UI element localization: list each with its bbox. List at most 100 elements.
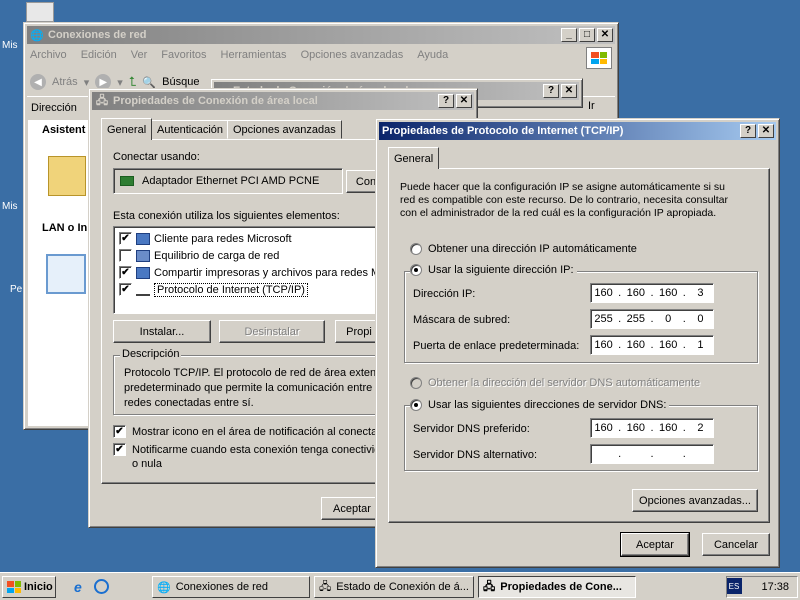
search-label[interactable]: Búsque (162, 76, 199, 88)
ip-octet[interactable]: 1 (688, 339, 713, 351)
list-item[interactable]: Equilibrio de carga de red (114, 247, 380, 264)
manual-dns-radio[interactable] (410, 399, 422, 411)
octet-separator: . (682, 287, 686, 299)
search-icon[interactable]: 🔍 (142, 76, 156, 89)
auto-ip-option[interactable]: Obtener una dirección IP automáticamente (410, 243, 637, 255)
ip-octet[interactable]: 160 (656, 287, 681, 299)
network-connections-icon: 🌐 (30, 29, 44, 42)
manual-ip-radio[interactable] (410, 264, 422, 276)
minimize-button[interactable]: _ (561, 28, 577, 42)
notify-checkbox[interactable]: ✔ (113, 443, 126, 456)
manual-dns-option[interactable]: Usar las siguientes direcciones de servi… (410, 399, 670, 411)
show-icon-option[interactable]: ✔ Mostrar icono en el área de notificaci… (113, 425, 386, 438)
lan-properties-titlebar[interactable]: 🖧 Propiedades de Conexión de área local … (92, 92, 474, 110)
internet-explorer-icon[interactable]: e (74, 579, 82, 595)
menu-favoritos[interactable]: Favoritos (161, 49, 206, 67)
back-dropdown-icon[interactable]: ▾ (84, 76, 90, 89)
task-status[interactable]: 🖧 Estado de Conexión de á... (314, 576, 474, 598)
tab-general[interactable]: General (388, 147, 440, 169)
auto-dns-option[interactable]: Obtener la dirección del servidor DNS au… (410, 377, 700, 389)
install-button-label: Instalar... (139, 325, 185, 338)
notify-option[interactable]: ✔ Notificarme cuando esta conexión tenga… (113, 443, 380, 471)
ip-octet[interactable]: 160 (591, 287, 616, 299)
clock[interactable]: 17:38 (761, 581, 789, 593)
forward-dropdown-icon[interactable]: ▾ (117, 76, 123, 89)
start-button[interactable]: Inicio (2, 576, 56, 598)
uninstall-button[interactable]: Desinstalar (219, 320, 325, 343)
install-button[interactable]: Instalar... (113, 320, 211, 343)
auto-ip-radio[interactable] (410, 243, 422, 255)
windows-logo-icon (586, 47, 612, 69)
help-button[interactable]: ? (740, 124, 756, 138)
ip-octet[interactable]: 160 (591, 339, 616, 351)
go-label[interactable]: Ir (588, 100, 595, 112)
menu-herramientas[interactable]: Herramientas (221, 49, 287, 67)
menu-edicion[interactable]: Edición (81, 49, 117, 67)
ip-octet[interactable]: 160 (656, 422, 681, 434)
back-label[interactable]: Atrás (52, 76, 78, 88)
desktop-folder-icon[interactable] (26, 2, 54, 22)
list-item[interactable]: ✔ Cliente para redes Microsoft (114, 230, 380, 247)
item-checkbox[interactable]: ✔ (119, 283, 132, 296)
close-button[interactable]: ✕ (758, 124, 774, 138)
ip-octet[interactable]: 255 (591, 313, 616, 325)
close-button[interactable]: ✕ (456, 94, 472, 108)
help-button[interactable]: ? (438, 94, 454, 108)
advanced-options-button[interactable]: Opciones avanzadas... (632, 489, 758, 512)
item-checkbox[interactable]: ✔ (119, 266, 132, 279)
accept-button[interactable]: Aceptar (321, 497, 383, 520)
ip-octet[interactable]: 0 (688, 313, 713, 325)
cancel-button[interactable]: Cancelar (702, 533, 770, 556)
alternate-dns-label: Servidor DNS alternativo: (413, 449, 538, 461)
lan-connection-icon[interactable] (46, 254, 86, 294)
list-item[interactable]: ✔ Compartir impresoras y archivos para r… (114, 264, 380, 281)
help-button[interactable]: ? (543, 84, 559, 98)
outlook-express-icon[interactable] (94, 579, 109, 594)
ip-octet[interactable]: 0 (656, 313, 681, 325)
task-network-connections[interactable]: 🌐 Conexiones de red (152, 576, 310, 598)
manual-ip-option[interactable]: Usar la siguiente dirección IP: (410, 264, 577, 276)
menu-opciones-avanzadas[interactable]: Opciones avanzadas (301, 49, 404, 67)
menu-archivo[interactable]: Archivo (30, 49, 67, 67)
menu-ver[interactable]: Ver (131, 49, 148, 67)
desktop-icon-label[interactable]: Mis (2, 40, 18, 51)
explorer-titlebar[interactable]: 🌐 Conexiones de red _ □ ✕ (27, 26, 615, 44)
accept-button[interactable]: Aceptar (620, 532, 690, 557)
tcpip-titlebar[interactable]: Propiedades de Protocolo de Internet (TC… (379, 122, 776, 140)
tab-opciones-avanzadas[interactable]: Opciones avanzadas (227, 120, 342, 139)
preferred-dns-field[interactable]: 160. 160. 160. 2 (590, 418, 714, 438)
ip-octet[interactable]: 160 (623, 339, 648, 351)
ip-octet[interactable]: 3 (688, 287, 713, 299)
description-line: predeterminado que permite la comunicaci… (124, 382, 387, 394)
close-button[interactable]: ✕ (561, 84, 577, 98)
components-list[interactable]: ✔ Cliente para redes Microsoft Equilibri… (113, 226, 381, 314)
list-item[interactable]: ✔ Protocolo de Internet (TCP/IP) (114, 281, 380, 298)
back-arrow-icon[interactable]: ◀ (30, 74, 46, 90)
gateway-field[interactable]: 160. 160. 160. 1 (590, 335, 714, 355)
show-icon-checkbox[interactable]: ✔ (113, 425, 126, 438)
ip-octet[interactable]: 2 (688, 422, 713, 434)
item-label: Compartir impresoras y archivos para red… (154, 266, 381, 279)
ip-address-field[interactable]: 160. 160. 160. 3 (590, 283, 714, 303)
close-button[interactable]: ✕ (597, 28, 613, 42)
subnet-mask-field[interactable]: 255. 255. 0. 0 (590, 309, 714, 329)
auto-dns-radio[interactable] (410, 377, 422, 389)
desktop-icon-label[interactable]: Pe (10, 284, 22, 295)
ip-octet[interactable]: 160 (623, 287, 648, 299)
wizard-icon[interactable] (48, 156, 86, 196)
ip-octet[interactable]: 160 (656, 339, 681, 351)
ip-octet[interactable]: 255 (623, 313, 648, 325)
desktop-icon-label[interactable]: Mis (2, 201, 18, 212)
alternate-dns-field[interactable]: . . . (590, 444, 714, 464)
task-tcpip-properties[interactable]: 🖧 Propiedades de Cone... (478, 576, 636, 598)
maximize-button[interactable]: □ (579, 28, 595, 42)
tab-autenticacion[interactable]: Autenticación (151, 120, 230, 139)
tab-general[interactable]: General (101, 118, 153, 140)
ip-octet[interactable]: 160 (623, 422, 648, 434)
item-checkbox[interactable]: ✔ (119, 232, 132, 245)
item-checkbox[interactable] (119, 249, 132, 262)
menu-ayuda[interactable]: Ayuda (417, 49, 448, 67)
show-icon-label: Mostrar icono en el área de notificación… (132, 425, 387, 438)
ip-octet[interactable]: 160 (591, 422, 616, 434)
description-line: redes conectadas entre sí. (124, 397, 254, 409)
